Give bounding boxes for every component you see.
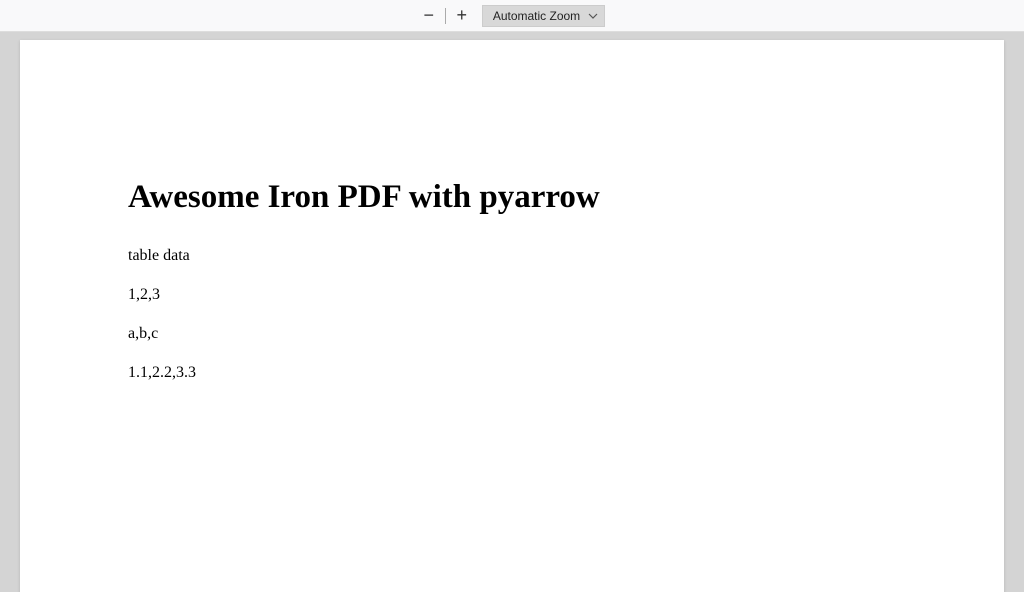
minus-icon: − xyxy=(424,5,435,26)
document-line: table data xyxy=(128,246,904,265)
chevron-down-icon xyxy=(588,11,598,21)
zoom-select[interactable]: Automatic Zoom xyxy=(482,5,605,27)
toolbar-separator xyxy=(445,8,446,24)
pdf-viewer-area[interactable]: Awesome Iron PDF with pyarrow table data… xyxy=(0,32,1024,592)
zoom-in-button[interactable]: + xyxy=(452,6,472,26)
pdf-toolbar: − + Automatic Zoom xyxy=(0,0,1024,32)
document-line: 1.1,2.2,3.3 xyxy=(128,363,904,382)
document-line: 1,2,3 xyxy=(128,285,904,304)
plus-icon: + xyxy=(457,5,468,26)
document-line: a,b,c xyxy=(128,324,904,343)
zoom-select-label: Automatic Zoom xyxy=(493,9,580,23)
pdf-page: Awesome Iron PDF with pyarrow table data… xyxy=(20,40,1004,592)
document-title: Awesome Iron PDF with pyarrow xyxy=(128,178,904,218)
zoom-out-button[interactable]: − xyxy=(419,6,439,26)
